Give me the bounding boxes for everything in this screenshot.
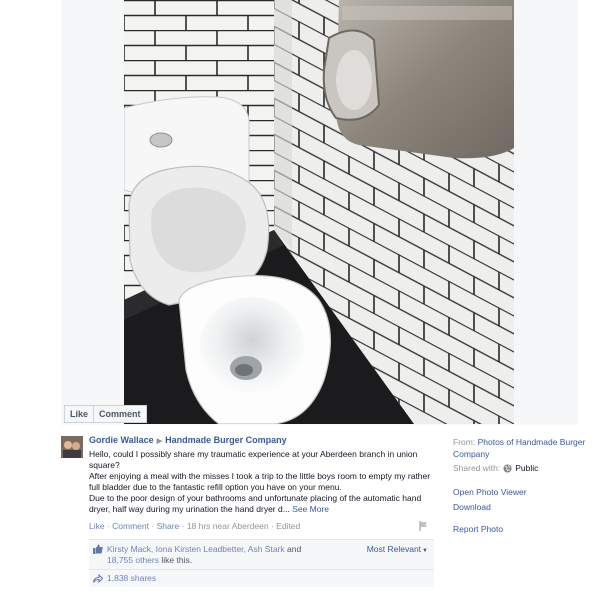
audience-value[interactable]: Public xyxy=(515,462,538,474)
photo-options: Open Photo Viewer Download xyxy=(453,486,593,513)
post-share-link[interactable]: Share xyxy=(157,521,180,531)
post-header: Gordie Wallace ▶ Handmade Burger Company xyxy=(89,434,434,448)
meta-separator: · xyxy=(179,521,187,531)
download-link[interactable]: Download xyxy=(453,501,593,513)
post-photo[interactable] xyxy=(124,0,514,424)
liker-names[interactable]: Kirsty Mack, Iona Kirsten Leadbetter, As… xyxy=(107,544,285,554)
shares-row[interactable]: 1,838 shares xyxy=(89,569,434,587)
post-like-link[interactable]: Like xyxy=(89,521,105,531)
author-name[interactable]: Gordie Wallace xyxy=(89,435,154,445)
photo-like-button[interactable]: Like xyxy=(64,405,95,423)
photo-comment-button[interactable]: Comment xyxy=(94,405,147,423)
meta-separator: · xyxy=(149,521,157,531)
report-photo-link[interactable]: Report Photo xyxy=(453,523,593,535)
photo-actions: Like Comment xyxy=(64,405,147,423)
arrow-right-icon: ▶ xyxy=(156,438,163,445)
share-arrow-icon xyxy=(93,574,103,583)
post-body: Gordie Wallace ▶ Handmade Burger Company H… xyxy=(89,432,434,587)
chevron-down-icon: ▼ xyxy=(422,548,428,554)
sort-label: Most Relevant xyxy=(366,544,422,554)
photo-stage xyxy=(61,0,578,425)
post-paragraph: After enjoying a meal with the misses I … xyxy=(89,471,431,492)
post-location[interactable]: Aberdeen xyxy=(232,521,269,531)
post-meta: Like · Comment · Share · 18 hrs near Abe… xyxy=(89,521,434,532)
shared-with-label: Shared with: xyxy=(453,463,501,473)
flag-icon[interactable] xyxy=(419,521,428,531)
open-photo-viewer-link[interactable]: Open Photo Viewer xyxy=(453,486,593,498)
like-thumb-icon xyxy=(93,544,103,554)
post-paragraph-text: Due to the poor design of your bathrooms… xyxy=(89,493,422,514)
report-block: Report Photo xyxy=(453,523,593,535)
ufi-box: Kirsty Mack, Iona Kirsten Leadbetter, As… xyxy=(89,539,434,587)
from-label: From: xyxy=(453,437,476,447)
edited-label[interactable]: Edited xyxy=(276,521,300,531)
see-more-link[interactable]: See More xyxy=(292,504,329,514)
post-timestamp[interactable]: 18 hrs near xyxy=(187,521,230,531)
likes-suffix: like this. xyxy=(158,555,193,565)
photo-from: From: Photos of Handmade Burger Company xyxy=(453,436,593,460)
likes-row: Kirsty Mack, Iona Kirsten Leadbetter, As… xyxy=(89,540,434,569)
photo-sidebar: From: Photos of Handmade Burger Company … xyxy=(453,434,593,535)
sort-comments-dropdown[interactable]: Most Relevant▼ xyxy=(367,544,428,557)
post-text: Hello, could I possibly share my traumat… xyxy=(89,449,434,515)
likes-others-link[interactable]: 18,755 others xyxy=(107,555,159,565)
shares-count[interactable]: 1,838 shares xyxy=(107,573,156,583)
author-avatar[interactable] xyxy=(61,436,83,458)
likes-and: and xyxy=(284,544,302,554)
post-paragraph: Due to the poor design of your bathrooms… xyxy=(89,493,434,515)
post-paragraph: Hello, could I possibly share my traumat… xyxy=(89,449,418,470)
shared-with: Shared with: Public xyxy=(453,462,593,474)
post-comment-link[interactable]: Comment xyxy=(112,521,149,531)
globe-icon xyxy=(503,463,512,473)
target-page-name[interactable]: Handmade Burger Company xyxy=(165,435,287,445)
